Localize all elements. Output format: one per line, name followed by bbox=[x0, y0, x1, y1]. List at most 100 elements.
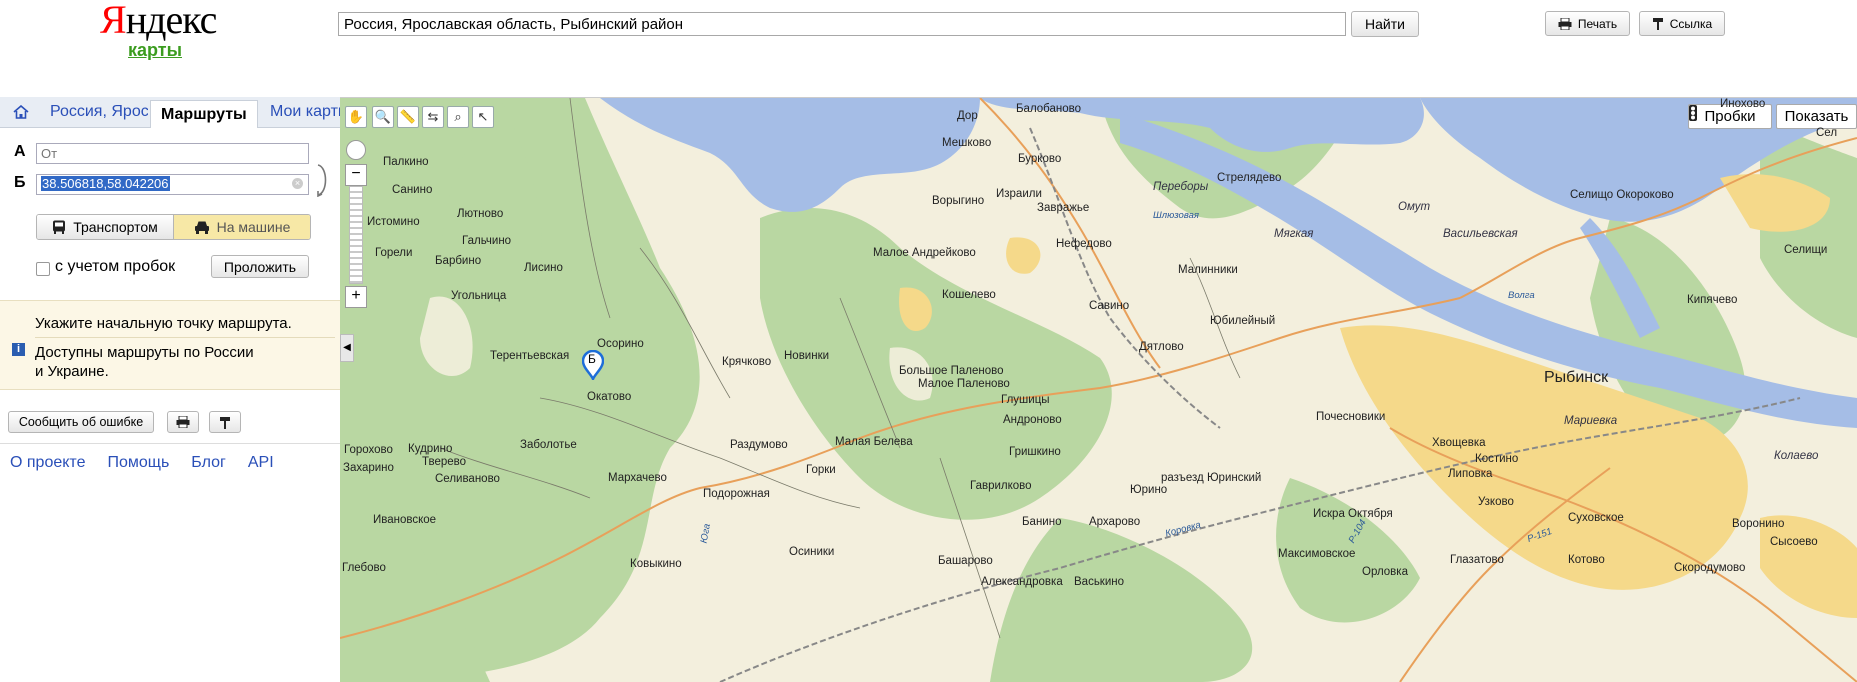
tab-my-maps[interactable]: Мои карты bbox=[270, 103, 340, 121]
print-panel-button[interactable] bbox=[167, 411, 199, 433]
map-label: Горки bbox=[806, 464, 836, 476]
map-label: Заболотье bbox=[520, 439, 577, 451]
tab-location[interactable]: Россия, Ярос bbox=[50, 103, 148, 121]
home-icon[interactable] bbox=[13, 105, 29, 119]
map-label: Малое Андрейково bbox=[873, 247, 976, 259]
ruler-tool-icon[interactable]: 📏 bbox=[397, 106, 419, 128]
collapse-panel-icon[interactable]: ◀ bbox=[340, 334, 354, 362]
link-panel-button[interactable] bbox=[209, 411, 241, 433]
to-input[interactable]: 38.506818,58.042206 × bbox=[36, 174, 309, 195]
map-label: Захарино bbox=[343, 462, 394, 474]
map-label: разъезд Юринский bbox=[1161, 472, 1262, 484]
yandex-maps-logo[interactable]: Яндекс карты bbox=[100, 0, 217, 61]
map-label: Подорожная bbox=[703, 488, 770, 500]
map-label: Осиники bbox=[789, 546, 835, 558]
mode-car-button[interactable]: На машине bbox=[174, 215, 310, 239]
map-label: Глушицы bbox=[1001, 394, 1050, 406]
print-button[interactable]: Печать bbox=[1545, 11, 1630, 36]
pushpin-icon bbox=[220, 416, 230, 429]
map-label: Тверево bbox=[422, 456, 467, 468]
map-label: Балобаново bbox=[1016, 103, 1082, 115]
route-tool-icon[interactable]: ⇆ bbox=[422, 106, 444, 128]
footer-link-blog[interactable]: Блог bbox=[191, 454, 226, 472]
zoom-in-button[interactable]: + bbox=[345, 286, 367, 308]
map-label: Шлюзовая bbox=[1153, 210, 1199, 221]
info-box: Укажите начальную точку маршрута. i Дост… bbox=[0, 300, 340, 390]
footer-link-about[interactable]: О проекте bbox=[10, 454, 85, 472]
locate-icon[interactable] bbox=[346, 140, 366, 160]
map-label: Орловка bbox=[1362, 566, 1408, 578]
map-label: Глебово bbox=[342, 562, 386, 574]
link-button[interactable]: Ссылка bbox=[1639, 11, 1725, 36]
report-error-button[interactable]: Сообщить об ошибке bbox=[8, 411, 154, 433]
magnifier-tool-icon[interactable]: ⌕ bbox=[447, 106, 469, 128]
marker-label: Б bbox=[588, 352, 596, 366]
swap-route-icon[interactable] bbox=[314, 163, 330, 197]
map-label: Мягкая bbox=[1274, 228, 1314, 240]
map-label: Лютново bbox=[457, 208, 504, 220]
point-b-label: Б bbox=[14, 174, 26, 191]
map-label: Селищи bbox=[1784, 244, 1828, 256]
mode-car-label: На машине bbox=[216, 219, 291, 235]
footer-link-help[interactable]: Помощь bbox=[107, 454, 169, 472]
map-label: Глазатово bbox=[1450, 554, 1504, 566]
print-label: Печать bbox=[1577, 16, 1618, 31]
map-label: Осорино bbox=[597, 338, 644, 350]
hand-tool-icon[interactable]: ✋ bbox=[345, 106, 367, 128]
map-label: Малая Белева bbox=[835, 436, 913, 448]
mode-transport-label: Транспортом bbox=[73, 219, 158, 235]
search-input[interactable] bbox=[338, 12, 1346, 36]
logo-subtitle-link[interactable]: карты bbox=[100, 40, 210, 61]
pointer-tool-icon[interactable]: ↖ bbox=[472, 106, 494, 128]
map-label: Александровка bbox=[981, 576, 1063, 588]
map-label: Израили bbox=[996, 188, 1042, 200]
map-label: Инохово bbox=[1720, 98, 1766, 110]
show-button[interactable]: Показать bbox=[1776, 104, 1857, 129]
map-label: Раздумово bbox=[730, 439, 788, 451]
footer-link-api[interactable]: API bbox=[248, 454, 274, 472]
map-label: Ворыгино bbox=[932, 195, 985, 207]
map-label: Бурково bbox=[1018, 153, 1062, 165]
printer-icon bbox=[176, 416, 190, 428]
bus-icon bbox=[53, 220, 66, 234]
printer-icon bbox=[1558, 17, 1572, 30]
map-label: Лисино bbox=[524, 262, 563, 274]
find-button[interactable]: Найти bbox=[1351, 11, 1419, 37]
map-label: Угольница bbox=[451, 290, 507, 302]
map-label: Липовка bbox=[1448, 468, 1493, 480]
map-label: Селищо Окороково bbox=[1570, 189, 1674, 201]
to-input-value: 38.506818,58.042206 bbox=[41, 176, 170, 191]
map-label: Савино bbox=[1089, 300, 1130, 312]
map-label: Рыбинск bbox=[1544, 369, 1609, 386]
map-label: Дор bbox=[957, 110, 978, 122]
build-route-button[interactable]: Проложить bbox=[211, 255, 309, 278]
map-label: Банино bbox=[1022, 516, 1062, 528]
map-label: Гаврилково bbox=[970, 480, 1032, 492]
from-input[interactable] bbox=[36, 143, 309, 164]
mode-transport-button[interactable]: Транспортом bbox=[37, 215, 174, 239]
map-terrain bbox=[340, 98, 1857, 682]
map-label: Гальчино bbox=[462, 235, 512, 247]
map-label: Кипячево bbox=[1687, 294, 1738, 306]
map-label: Новинки bbox=[784, 350, 830, 362]
zoom-out-button[interactable]: − bbox=[345, 164, 367, 186]
logo-wordmark: Яндекс bbox=[100, 0, 217, 42]
pushpin-icon bbox=[1652, 18, 1663, 30]
map-label: Гришкино bbox=[1009, 446, 1061, 458]
traffic-checkbox[interactable] bbox=[36, 262, 50, 276]
map-label: Горохово bbox=[344, 444, 393, 456]
zoom-tool-icon[interactable]: 🔍 bbox=[372, 106, 394, 128]
traffic-label: Пробки bbox=[1704, 108, 1756, 125]
map-canvas[interactable]: ✋ 🔍 📏 ⇆ ⌕ ↖ − + ◀ Пробки Показать Б Дор … bbox=[340, 97, 1857, 682]
map-label: Кудрино bbox=[408, 443, 453, 455]
point-b-marker[interactable]: Б bbox=[582, 350, 604, 380]
clear-icon[interactable]: × bbox=[292, 178, 303, 189]
map-label: Юрино bbox=[1130, 484, 1168, 496]
map-label: Мархачево bbox=[608, 472, 667, 484]
map-label: Скородумово bbox=[1674, 562, 1746, 574]
tab-routes[interactable]: Маршруты bbox=[150, 100, 258, 128]
map-label: Стрелядево bbox=[1217, 172, 1282, 184]
zoom-slider[interactable] bbox=[349, 186, 363, 284]
map-label: Терентьевская bbox=[490, 350, 570, 362]
map-label: Васильевская bbox=[1443, 228, 1518, 240]
